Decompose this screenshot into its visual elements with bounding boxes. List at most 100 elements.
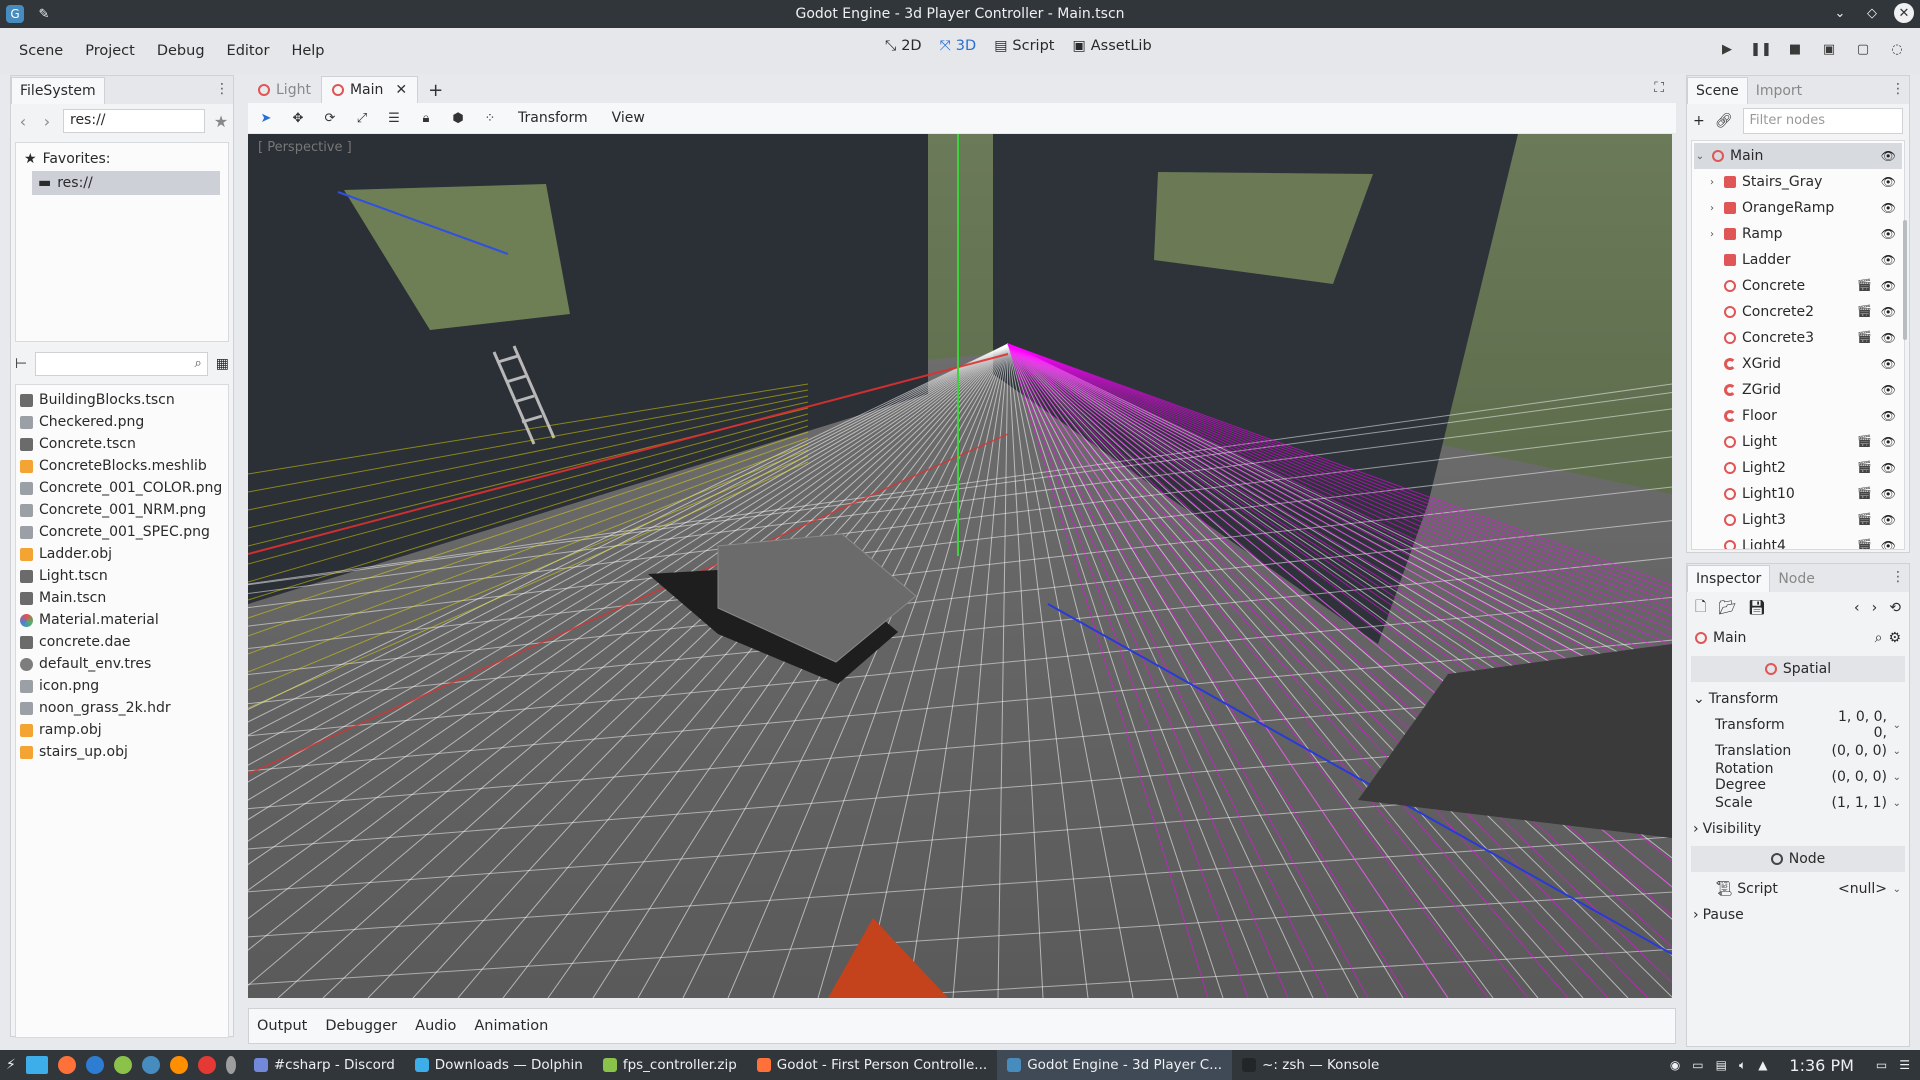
tab-filesystem[interactable]: FileSystem (11, 77, 105, 104)
visibility-eye-icon[interactable]: 👁︎ (1881, 253, 1896, 267)
tray-expand-icon[interactable]: ▲ (1758, 1058, 1767, 1072)
dock-menu-icon[interactable]: ⋮ (1891, 569, 1905, 585)
blender-icon[interactable] (169, 1056, 188, 1074)
pause-icon[interactable]: ❚❚ (1750, 40, 1772, 58)
search-icon[interactable]: ⌕ (1875, 630, 1883, 646)
history-forward-icon[interactable]: › (1872, 600, 1878, 616)
scene-node-item[interactable]: Concrete2 🎬︎ 👁︎ (1694, 299, 1902, 325)
chevron-down-icon[interactable]: ⌄ (1887, 772, 1901, 783)
split-view-icon[interactable]: ⊢ (15, 356, 27, 372)
rotate-tool-icon[interactable]: ⟳ (320, 108, 340, 128)
scene-node-item[interactable]: Concrete3 🎬︎ 👁︎ (1694, 325, 1902, 351)
tab-main-scene[interactable]: Main ✕ (320, 76, 419, 103)
chevron-down-icon[interactable]: ⌄ (1887, 746, 1901, 757)
script-value[interactable]: <null> (1827, 881, 1887, 897)
tab-animation[interactable]: Animation (474, 1018, 548, 1034)
tab-scene[interactable]: Scene (1687, 77, 1748, 104)
scene-node-item[interactable]: Light2 🎬︎ 👁︎ (1694, 455, 1902, 481)
file-item[interactable]: icon.png (20, 675, 224, 697)
instance-scene-icon[interactable]: 🔗︎ (1715, 113, 1733, 129)
clock[interactable]: 1:36 PM (1789, 1056, 1853, 1075)
menu-debug[interactable]: Debug (146, 37, 216, 65)
favorites-header[interactable]: ★ Favorites: (24, 147, 220, 171)
scene-node-item[interactable]: Light4 🎬︎ 👁︎ (1694, 533, 1902, 549)
visibility-eye-icon[interactable]: 👁︎ (1881, 201, 1896, 215)
open-resource-icon[interactable]: 📂︎ (1718, 600, 1736, 616)
property-value[interactable]: (1, 1, 1) (1827, 795, 1887, 811)
play-icon[interactable]: ▶ (1718, 40, 1736, 58)
menu-scene[interactable]: Scene (8, 37, 74, 65)
open-scene-icon[interactable]: 🎬︎ (1857, 486, 1872, 500)
vscode-icon[interactable] (85, 1056, 104, 1074)
workspace-script-button[interactable]: ▤ Script (994, 38, 1054, 54)
scene-node-item[interactable]: Light 🎬︎ 👁︎ (1694, 429, 1902, 455)
dock-menu-icon[interactable]: ⋮ (1891, 81, 1905, 97)
taskbar-task[interactable]: Downloads — Dolphin (405, 1050, 593, 1080)
open-scene-icon[interactable]: 🎬︎ (1857, 304, 1872, 318)
file-item[interactable]: default_env.tres (20, 653, 224, 675)
godot-icon[interactable] (141, 1056, 160, 1074)
transform-menu[interactable]: Transform (512, 110, 594, 126)
3d-viewport[interactable]: [ Perspective ] (248, 134, 1672, 998)
local-space-icon[interactable]: ⬢ (448, 108, 468, 128)
tab-inspector[interactable]: Inspector (1687, 565, 1771, 592)
file-item[interactable]: Concrete_001_SPEC.png (20, 521, 224, 543)
group-pause[interactable]: › Pause (1687, 902, 1909, 928)
favorite-star-icon[interactable]: ★ (213, 112, 229, 131)
scene-node-item[interactable]: › Stairs_Gray 👁︎ (1694, 169, 1902, 195)
discord-tray-icon[interactable]: ◉ (1670, 1058, 1680, 1072)
settings-icon[interactable] (113, 1056, 132, 1074)
chevron-down-icon[interactable]: ⌄ (1887, 884, 1901, 895)
taskbar-task[interactable]: Godot - First Person Controlle... (747, 1050, 997, 1080)
pager-icon[interactable] (25, 1056, 48, 1074)
firefox-icon[interactable] (57, 1056, 76, 1074)
workspace-2d-button[interactable]: ⤡ 2D (885, 38, 922, 54)
visibility-eye-icon[interactable]: 👁︎ (1881, 383, 1896, 397)
scene-node-item[interactable]: XGrid 👁︎ (1694, 351, 1902, 377)
file-item[interactable]: Checkered.png (20, 411, 224, 433)
tab-node[interactable]: Node (1770, 566, 1823, 592)
file-item[interactable]: BuildingBlocks.tscn (20, 389, 224, 411)
taskbar-task[interactable]: Godot Engine - 3d Player C... (997, 1050, 1233, 1080)
add-node-icon[interactable]: + (1693, 113, 1705, 129)
back-icon[interactable]: ‹ (15, 112, 31, 131)
file-item[interactable]: concrete.dae (20, 631, 224, 653)
snap-icon[interactable]: ⁘ (480, 108, 500, 128)
forward-icon[interactable]: › (39, 112, 55, 131)
tab-debugger[interactable]: Debugger (325, 1018, 397, 1034)
visibility-eye-icon[interactable]: 👁︎ (1881, 149, 1896, 163)
group-visibility[interactable]: › Visibility (1687, 816, 1909, 842)
open-scene-icon[interactable]: 🎬︎ (1857, 460, 1872, 474)
path-field[interactable]: res:// (63, 109, 205, 133)
inspector-property[interactable]: Rotation Degree (0, 0, 0) ⌄ (1687, 761, 1909, 793)
expand-arrow-icon[interactable]: › (1706, 177, 1718, 188)
expand-arrow-icon[interactable]: ⌄ (1694, 151, 1706, 162)
dock-menu-icon[interactable]: ⋮ (215, 81, 229, 97)
distraction-free-icon[interactable]: ⛶ (1654, 80, 1664, 96)
minimize-icon[interactable]: ⌄ (1830, 3, 1850, 23)
scene-node-item[interactable]: Ladder 👁︎ (1694, 247, 1902, 273)
stop-icon[interactable]: ■ (1786, 40, 1804, 58)
visibility-eye-icon[interactable]: 👁︎ (1881, 305, 1896, 319)
scene-node-item[interactable]: ⌄ Main 👁︎ (1694, 143, 1902, 169)
taskbar-task[interactable]: fps_controller.zip (593, 1050, 747, 1080)
workspace-3d-button[interactable]: ⤧ 3D (940, 38, 977, 54)
menu-editor[interactable]: Editor (216, 37, 281, 65)
visibility-eye-icon[interactable]: 👁︎ (1881, 175, 1896, 189)
tab-import[interactable]: Import (1748, 78, 1810, 104)
grid-view-icon[interactable]: ▦ (216, 356, 229, 372)
play-custom-scene-icon[interactable]: ▢ (1854, 40, 1872, 58)
expand-arrow-icon[interactable]: › (1706, 229, 1718, 240)
chrome-icon[interactable] (197, 1056, 216, 1074)
perspective-label[interactable]: [ Perspective ] (258, 140, 352, 155)
lock-icon[interactable]: 🔒︎ (416, 108, 436, 128)
taskbar-menu-icon[interactable]: ☰ (1899, 1058, 1910, 1072)
file-item[interactable]: ramp.obj (20, 719, 224, 741)
pin-icon[interactable]: ✎ (34, 4, 54, 24)
file-item[interactable]: Concrete_001_COLOR.png (20, 477, 224, 499)
close-icon[interactable]: ✕ (1894, 3, 1914, 23)
volume-tray-icon[interactable]: 🔈︎ (1739, 1058, 1746, 1073)
file-item[interactable]: ConcreteBlocks.meshlib (20, 455, 224, 477)
scene-node-item[interactable]: Light10 🎬︎ 👁︎ (1694, 481, 1902, 507)
play-scene-icon[interactable]: ▣ (1820, 40, 1838, 58)
